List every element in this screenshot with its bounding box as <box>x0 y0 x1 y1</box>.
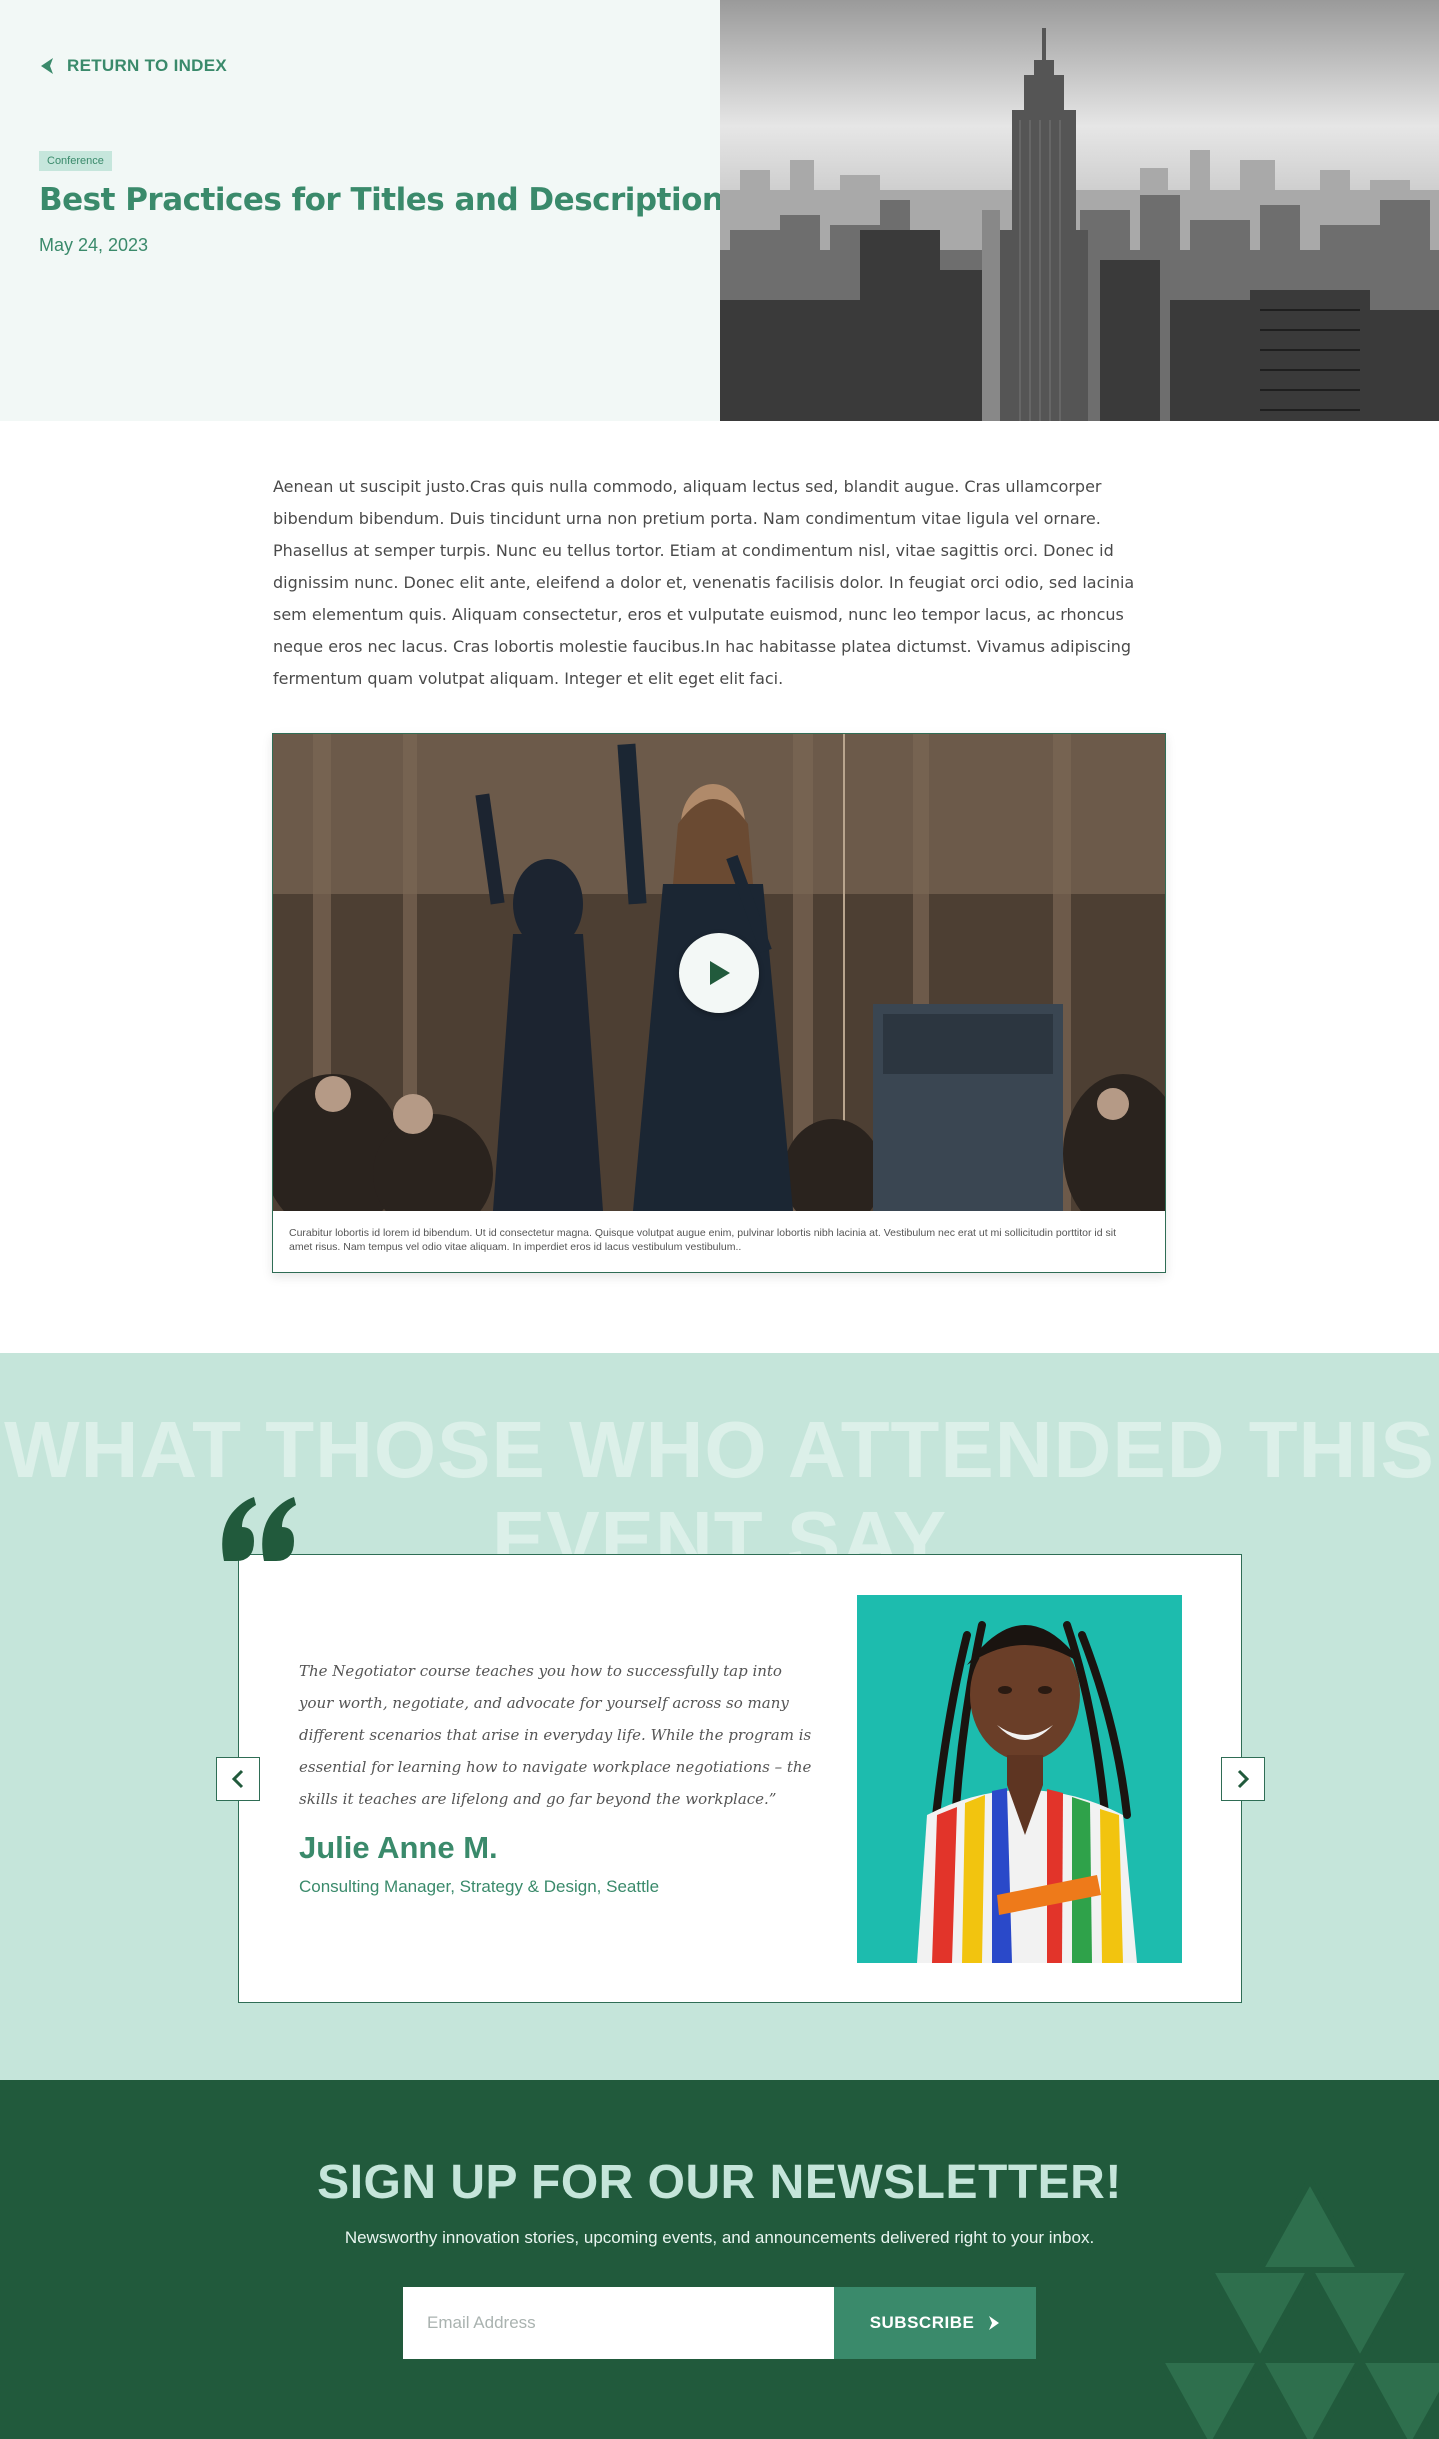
category-tag[interactable]: Conference <box>39 151 112 171</box>
back-arrow-icon <box>41 58 53 74</box>
testimonial-role: Consulting Manager, Strategy & Design, S… <box>299 1877 660 1896</box>
quote-icon <box>222 1497 296 1561</box>
article-date: May 24, 2023 <box>39 235 149 255</box>
return-to-index-label: RETURN TO INDEX <box>67 56 228 75</box>
chevron-right-icon <box>1237 1769 1250 1789</box>
testimonial-photo <box>857 1595 1182 1963</box>
newsletter-section: SIGN UP FOR OUR NEWSLETTER! Newsworthy i… <box>0 2080 1439 2439</box>
testimonial-next-button[interactable] <box>1221 1757 1265 1801</box>
testimonial-quote: The Negotiator course teaches you how to… <box>299 1662 812 1808</box>
article-title: Best Practices for Titles and Descriptio… <box>39 182 742 218</box>
email-field[interactable] <box>403 2287 834 2359</box>
testimonials-section: WHAT THOSE WHO ATTENDED THIS EVENT SAY T… <box>0 1353 1439 2080</box>
play-button[interactable] <box>679 933 759 1013</box>
chevron-left-icon <box>231 1769 244 1789</box>
triangle-pattern-decoration <box>1160 2180 1439 2439</box>
return-to-index-link[interactable]: RETURN TO INDEX <box>39 56 227 76</box>
testimonial-card: The Negotiator course teaches you how to… <box>238 1554 1242 2003</box>
testimonial-name: Julie Anne M. <box>299 1830 498 1865</box>
play-icon <box>710 961 730 985</box>
video-caption: Curabitur lobortis id lorem id bibendum.… <box>289 1227 1117 1253</box>
video-thumbnail[interactable] <box>273 734 1165 1211</box>
video-card: Curabitur lobortis id lorem id bibendum.… <box>272 733 1166 1273</box>
article-body: Aenean ut suscipit justo.Cras quis nulla… <box>273 477 1135 688</box>
newsletter-title: SIGN UP FOR OUR NEWSLETTER! <box>317 2156 1122 2209</box>
article-hero: RETURN TO INDEX Conference Best Practice… <box>0 0 1439 421</box>
arrow-right-icon <box>989 2316 1000 2330</box>
subscribe-button[interactable]: SUBSCRIBE <box>834 2287 1036 2359</box>
newsletter-subtitle: Newsworthy innovation stories, upcoming … <box>344 2228 1095 2247</box>
city-skyline-image <box>720 0 1439 421</box>
subscribe-label: SUBSCRIBE <box>869 2313 975 2332</box>
testimonial-prev-button[interactable] <box>216 1757 260 1801</box>
